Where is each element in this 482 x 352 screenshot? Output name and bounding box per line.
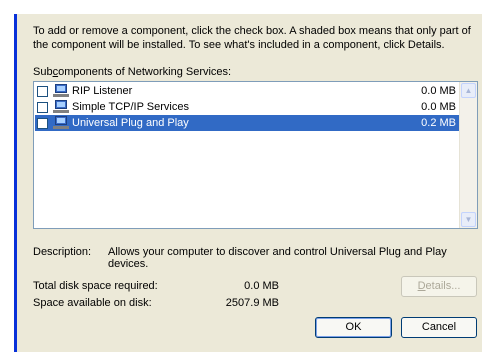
description-text: Allows your computer to discover and con… — [108, 246, 447, 270]
scroll-down-icon[interactable]: ▼ — [461, 212, 476, 227]
description-label: Description: — [33, 246, 92, 258]
network-component-icon — [53, 84, 69, 98]
subcomponents-dialog: To add or remove a component, click the … — [14, 14, 482, 352]
component-size: 0.0 MB — [421, 101, 456, 113]
list-item-rip-listener[interactable]: RIP Listener 0.0 MB — [35, 83, 460, 99]
subcomponents-label: Subcomponents of Networking Services: — [33, 66, 232, 78]
details-button[interactable]: Details... — [401, 276, 477, 297]
component-size: 0.2 MB — [421, 117, 456, 129]
list-scrollbar[interactable]: ▲ ▼ — [459, 82, 477, 228]
component-size: 0.0 MB — [421, 85, 456, 97]
component-name: Simple TCP/IP Services — [72, 101, 189, 113]
instructions-text: To add or remove a component, click the … — [33, 25, 471, 51]
list-item-upnp[interactable]: Universal Plug and Play 0.2 MB — [35, 115, 460, 131]
component-name: Universal Plug and Play — [72, 117, 189, 129]
component-checkbox[interactable] — [37, 101, 48, 113]
network-component-icon — [53, 116, 69, 130]
cancel-button[interactable]: Cancel — [401, 317, 477, 338]
disk-required-label: Total disk space required: — [33, 280, 158, 292]
disk-required-value: 0.0 MB — [244, 280, 279, 292]
component-name: RIP Listener — [72, 85, 133, 97]
ok-button[interactable]: OK — [315, 317, 392, 338]
network-component-icon — [53, 100, 69, 114]
component-checkbox[interactable] — [37, 117, 48, 129]
disk-available-label: Space available on disk: — [33, 297, 152, 309]
scroll-up-icon[interactable]: ▲ — [461, 83, 476, 98]
component-checkbox[interactable] — [37, 85, 48, 97]
list-item-simple-tcpip[interactable]: Simple TCP/IP Services 0.0 MB — [35, 99, 460, 115]
components-listbox[interactable]: RIP Listener 0.0 MB Simple TCP/IP Servic… — [33, 81, 478, 229]
disk-available-value: 2507.9 MB — [225, 297, 279, 309]
desktop-edge — [0, 0, 14, 352]
